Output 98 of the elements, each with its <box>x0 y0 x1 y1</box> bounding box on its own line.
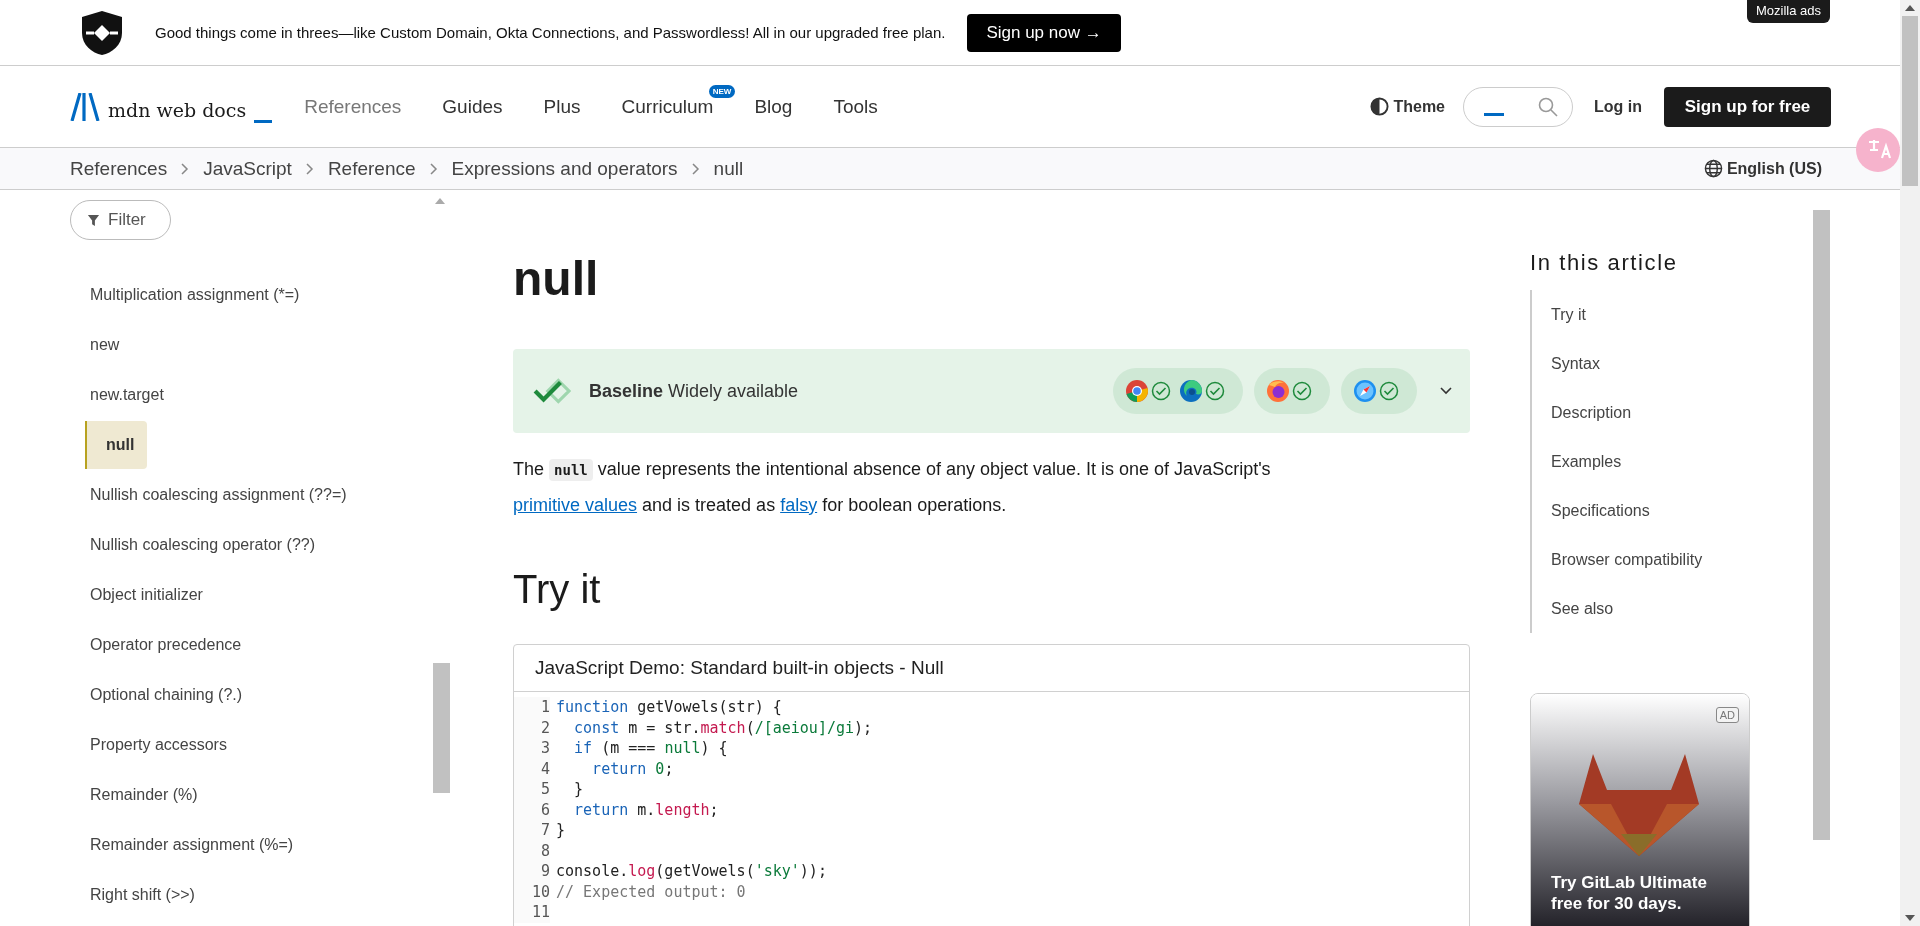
scrollbar-thumb[interactable] <box>1902 16 1918 186</box>
sidebar-link[interactable]: Operator precedence <box>70 636 242 654</box>
inline-code: null <box>549 459 593 481</box>
ads-label: Mozilla ads <box>1746 0 1830 23</box>
text-link[interactable]: falsy <box>780 495 818 515</box>
breadcrumb-link[interactable]: Reference <box>327 157 416 180</box>
intro-paragraph: The null value represents the intentional absence of any object value. It is one of JavaScript's primitive values and is treated as falsy for boolean operations. <box>513 458 1272 517</box>
breadcrumb-link[interactable]: null <box>713 157 744 180</box>
baseline-check-icon <box>533 378 571 404</box>
line-number: 9 <box>539 861 550 882</box>
line-number: 7 <box>539 820 550 841</box>
sidebar-link[interactable]: Optional chaining (?.) <box>70 686 243 704</box>
nav-link[interactable]: Blog <box>754 95 793 118</box>
chevron-icon <box>181 162 190 175</box>
page-title: null <box>513 251 600 307</box>
code-line: } <box>573 779 585 800</box>
nav-link[interactable]: Tools <box>833 95 878 118</box>
chevron-icon <box>305 162 314 175</box>
banner-text: Good things come in threes—like Custom Domain, Okta Connections, and Passwordless! All in our upgraded free plan. <box>155 24 946 41</box>
login-link[interactable]: Log in <box>1594 97 1642 116</box>
ad-headline[interactable]: Try GitLab Ultimate free for 30 days. <box>1551 872 1741 914</box>
ad-label: AD <box>1715 707 1739 723</box>
sign-up-button[interactable]: Sign up for free <box>1664 86 1831 127</box>
cursor-icon <box>254 119 273 123</box>
sidebar-link[interactable]: Nullish coalescing operator (??) <box>70 536 315 554</box>
line-number: 10 <box>530 881 550 902</box>
sidebar-link[interactable]: new.target <box>70 386 164 404</box>
browser-icon <box>1353 379 1377 403</box>
sidebar-link[interactable]: new <box>70 336 120 354</box>
toc-link[interactable]: See also <box>1532 599 1614 618</box>
section-heading: Try it <box>513 566 602 613</box>
toc-link[interactable]: Examples <box>1532 452 1622 471</box>
code-line: return 0; <box>591 758 675 779</box>
toc-heading: In this article <box>1530 250 1679 276</box>
theme-button[interactable]: Theme <box>1370 97 1445 116</box>
line-number: 4 <box>539 758 550 779</box>
toc-link[interactable]: Description <box>1532 403 1632 422</box>
code-line: } <box>556 820 567 841</box>
sidebar-link[interactable]: Nullish coalescing assignment (??=) <box>70 486 347 504</box>
breadcrumb-link[interactable]: References <box>70 157 168 180</box>
nav-link[interactable]: Curriculum <box>621 95 714 118</box>
baseline-status: Baseline Widely available <box>589 380 799 402</box>
translate-icon[interactable] <box>1855 128 1900 172</box>
toc-link[interactable]: Specifications <box>1532 501 1650 520</box>
scroll-down-icon[interactable] <box>1905 915 1915 921</box>
toc-link[interactable]: Try it <box>1532 305 1586 324</box>
nav-link[interactable]: References <box>304 95 402 118</box>
logo-text[interactable]: mdn web docs <box>108 98 247 121</box>
nav-link[interactable]: Guides <box>442 95 503 118</box>
code-line: // Expected output: 0 <box>556 881 747 902</box>
code-line: const m = str.match(/[aeiou]/gi); <box>573 717 873 738</box>
chevron-down-icon[interactable] <box>1440 387 1452 395</box>
line-number: 11 <box>530 902 550 923</box>
line-number: 5 <box>539 779 550 800</box>
browser-support-pill[interactable] <box>1113 368 1243 414</box>
scroll-up-icon[interactable] <box>1905 5 1915 11</box>
browser-support-pill[interactable] <box>1254 368 1330 414</box>
sidebar-link[interactable]: Remainder (%) <box>70 786 198 804</box>
browser-icon <box>1179 379 1203 403</box>
mdn-logo-icon[interactable] <box>70 92 100 121</box>
scrollbar-thumb[interactable] <box>433 663 450 793</box>
code-line: return m.length; <box>573 799 720 820</box>
sidebar-link[interactable]: Multiplication assignment (*=) <box>70 286 300 304</box>
sidebar-link[interactable]: null <box>85 421 148 469</box>
editor-title: JavaScript Demo: Standard built-in objects - Null <box>514 645 1469 692</box>
search-icon[interactable] <box>1538 96 1558 117</box>
theme-icon <box>1370 97 1390 116</box>
toc-link[interactable]: Browser compatibility <box>1532 550 1703 569</box>
toc-link[interactable]: Syntax <box>1532 354 1600 373</box>
code-line: function getVowels(str) { <box>556 697 783 718</box>
browser-icon <box>1125 379 1149 403</box>
shield-logo-icon <box>82 10 122 55</box>
code-line: if (m === null) { <box>573 738 729 759</box>
text-link[interactable]: primitive values <box>513 495 638 515</box>
chevron-icon <box>691 162 700 175</box>
new-badge: NEW <box>708 84 736 98</box>
sidebar-link[interactable]: Right shift (>>) <box>70 886 195 904</box>
sidebar-link[interactable]: Property accessors <box>70 736 227 754</box>
browser-icon <box>1266 379 1290 403</box>
chevron-icon <box>429 162 438 175</box>
code-line: console.log(getVowels('sky')); <box>556 861 828 882</box>
line-number: 2 <box>539 717 550 738</box>
sidebar-link[interactable]: Remainder assignment (%=) <box>70 836 294 854</box>
breadcrumb-link[interactable]: Expressions and operators <box>451 157 678 180</box>
filter-button[interactable]: Filter <box>70 200 171 240</box>
nav-link[interactable]: Plus <box>543 95 581 118</box>
sign-up-button[interactable]: Sign up now → <box>967 13 1121 52</box>
language-button[interactable]: English (US) <box>1703 159 1822 178</box>
globe-icon <box>1703 159 1723 178</box>
browser-support-pill[interactable] <box>1341 368 1417 414</box>
breadcrumb-link[interactable]: JavaScript <box>203 157 292 180</box>
line-number: 6 <box>539 799 550 820</box>
filter-icon <box>87 213 100 227</box>
line-number: 1 <box>539 697 550 718</box>
line-number: 3 <box>539 738 550 759</box>
line-number: 8 <box>539 840 550 861</box>
sidebar-link[interactable]: Object initializer <box>70 586 203 604</box>
scrollbar-thumb[interactable] <box>1813 210 1830 840</box>
